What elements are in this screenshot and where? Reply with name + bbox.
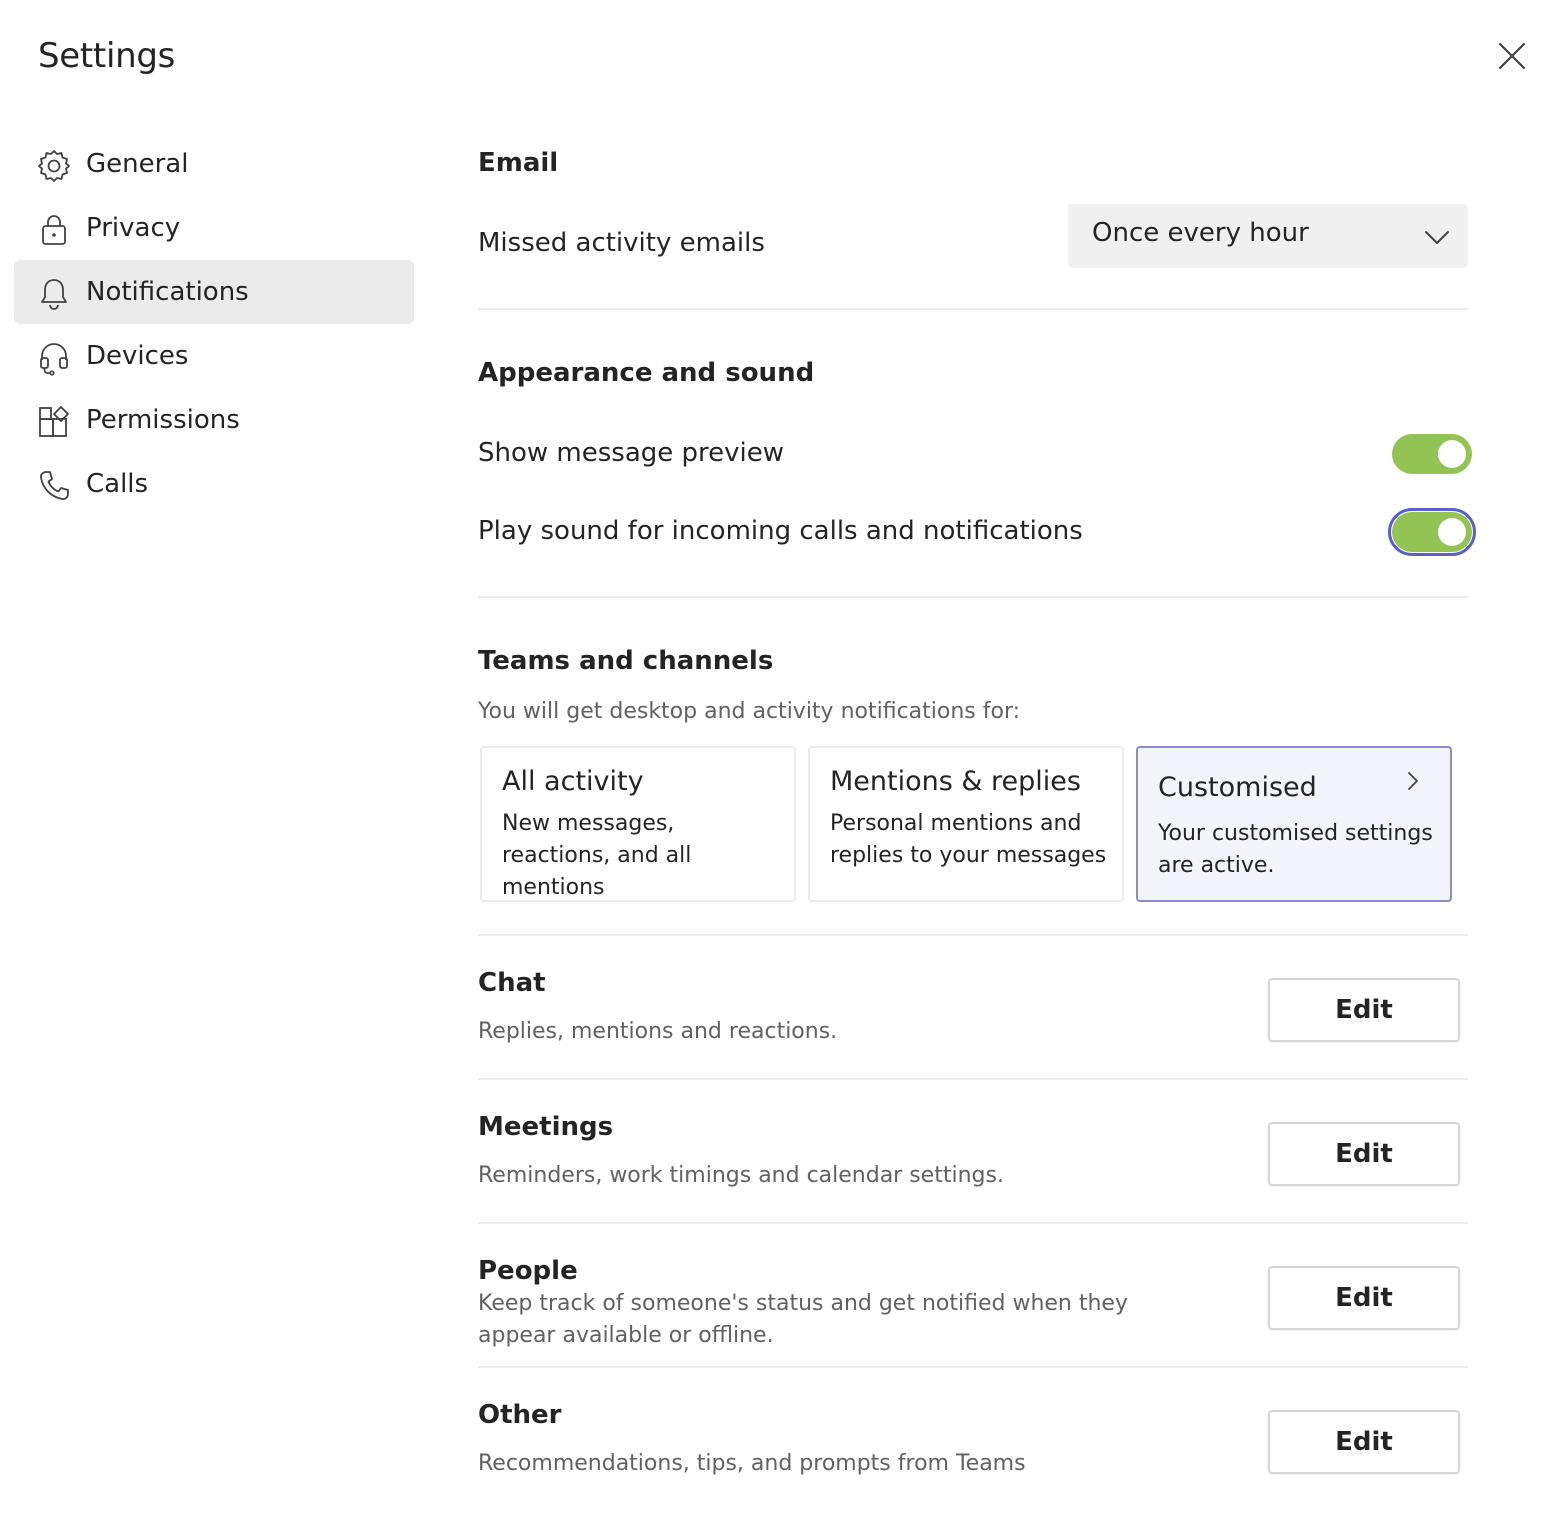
sidebar-item-permissions[interactable]: Permissions <box>14 388 414 452</box>
meetings-edit-button[interactable]: Edit <box>1268 1122 1460 1186</box>
dropdown-value: Once every hour <box>1092 218 1309 248</box>
missed-activity-dropdown[interactable]: Once every hour <box>1068 204 1468 268</box>
sidebar-item-general[interactable]: General <box>14 132 414 196</box>
divider <box>478 934 1468 936</box>
divider <box>478 308 1468 310</box>
divider <box>478 1222 1468 1224</box>
headset-icon <box>40 343 68 376</box>
option-card-all-activity[interactable]: All activity New messages, reactions, an… <box>480 746 796 902</box>
divider <box>478 1366 1468 1368</box>
chat-edit-button[interactable]: Edit <box>1268 978 1460 1042</box>
teams-description: You will get desktop and activity notifi… <box>478 699 1021 724</box>
missed-activity-label: Missed activity emails <box>478 228 765 258</box>
message-preview-toggle[interactable] <box>1392 434 1472 474</box>
card-description: Personal mentions and replies to your me… <box>830 811 1107 868</box>
card-title: All activity <box>502 766 644 797</box>
card-description: New messages, reactions, and all mention… <box>502 811 692 900</box>
message-preview-label: Show message preview <box>478 438 785 468</box>
bell-icon <box>41 279 67 310</box>
sidebar-item-label: Privacy <box>86 213 181 243</box>
close-icon <box>1498 42 1526 70</box>
meetings-description: Reminders, work timings and calendar set… <box>478 1163 1004 1188</box>
chat-description: Replies, mentions and reactions. <box>478 1019 838 1044</box>
sidebar-item-calls[interactable]: Calls <box>14 452 414 516</box>
close-button[interactable] <box>1492 36 1532 76</box>
card-title: Mentions & replies <box>830 766 1081 797</box>
divider <box>478 596 1468 598</box>
people-edit-button[interactable]: Edit <box>1268 1266 1460 1330</box>
meetings-heading: Meetings <box>478 1112 614 1142</box>
page-title: Settings <box>38 36 176 76</box>
appearance-heading: Appearance and sound <box>478 358 815 388</box>
phone-icon <box>40 471 69 500</box>
card-description: Your customised settings are active. <box>1158 821 1433 878</box>
sidebar-item-devices[interactable]: Devices <box>14 324 414 388</box>
apps-icon <box>39 406 69 437</box>
sidebar-item-notifications[interactable]: Notifications <box>14 260 414 324</box>
sidebar-item-privacy[interactable]: Privacy <box>14 196 414 260</box>
card-title: Customised <box>1158 772 1317 803</box>
people-description: Keep track of someone's status and get n… <box>478 1291 1128 1348</box>
option-card-mentions-replies[interactable]: Mentions & replies Personal mentions and… <box>808 746 1124 902</box>
option-card-customised[interactable]: Customised Your customised settings are … <box>1136 746 1452 902</box>
sidebar-item-label: General <box>86 149 189 179</box>
settings-dialog: Settings General Privacy Notifications D… <box>0 0 1546 1524</box>
teams-heading: Teams and channels <box>478 646 774 676</box>
sidebar-item-label: Notifications <box>86 277 249 307</box>
people-heading: People <box>478 1256 578 1286</box>
other-edit-button[interactable]: Edit <box>1268 1410 1460 1474</box>
play-sound-label: Play sound for incoming calls and notifi… <box>478 516 1083 546</box>
chevron-right-icon <box>1408 772 1418 790</box>
other-description: Recommendations, tips, and prompts from … <box>478 1451 1026 1476</box>
sidebar-item-label: Calls <box>86 469 149 499</box>
sidebar-item-label: Devices <box>86 341 189 371</box>
chat-heading: Chat <box>478 968 546 998</box>
play-sound-toggle[interactable] <box>1388 508 1476 556</box>
toggle-knob <box>1438 440 1466 468</box>
sidebar-item-label: Permissions <box>86 405 240 435</box>
divider <box>478 1078 1468 1080</box>
other-heading: Other <box>478 1400 562 1430</box>
email-heading: Email <box>478 148 559 178</box>
toggle-knob <box>1438 518 1466 546</box>
gear-icon <box>38 150 70 182</box>
lock-icon <box>42 215 66 245</box>
chevron-down-icon <box>1425 231 1449 244</box>
